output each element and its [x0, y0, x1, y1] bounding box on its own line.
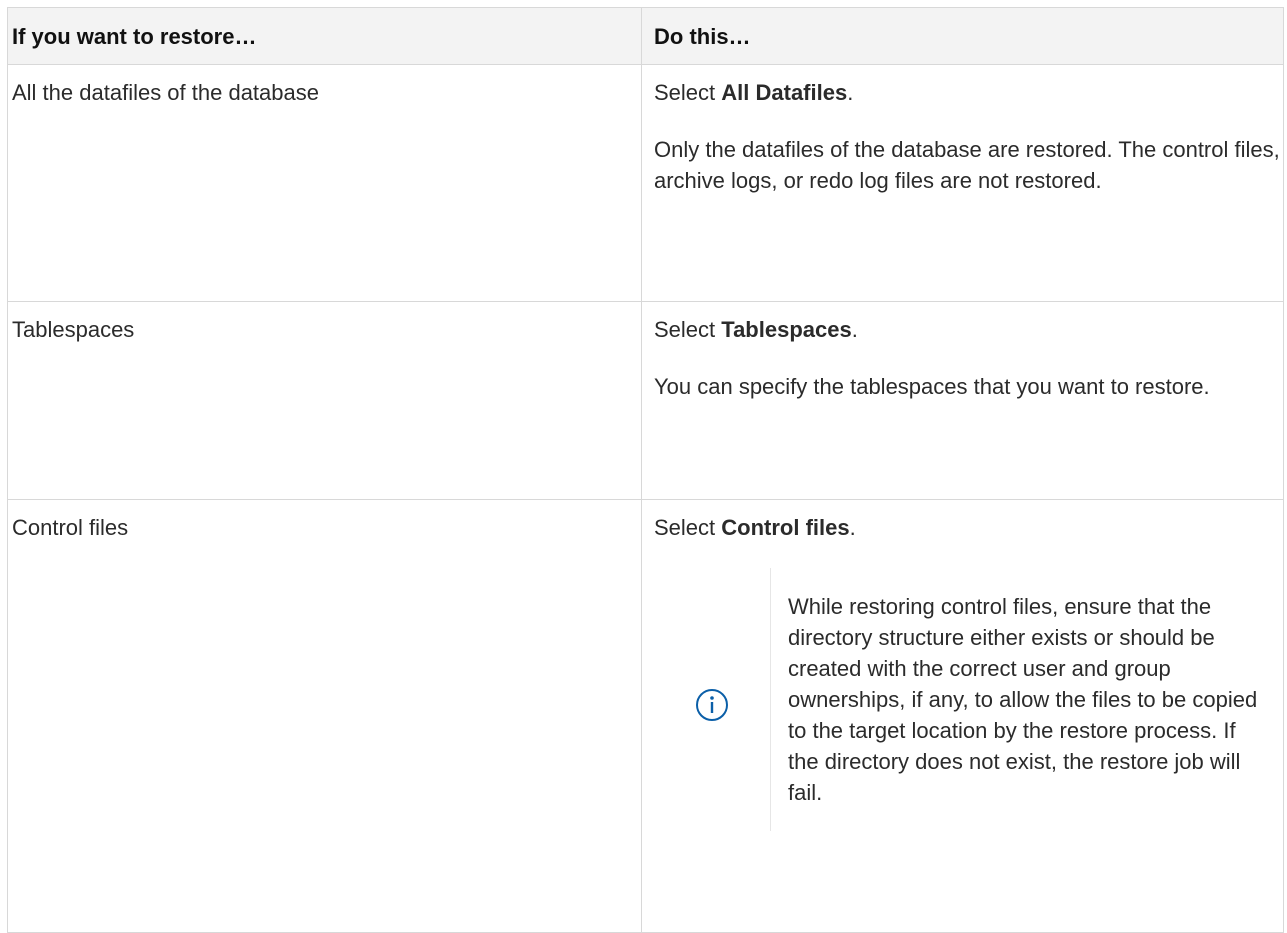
row-action-cell: Select Tablespaces. You can specify the …	[641, 301, 1284, 500]
action-suffix: .	[849, 515, 856, 540]
table-row: All the datafiles of the database Select…	[7, 64, 1284, 302]
action-suffix: .	[851, 317, 858, 342]
row-action-cell: Select All Datafiles. Only the datafiles…	[641, 64, 1284, 302]
info-note: While restoring control files, ensure th…	[654, 568, 1283, 831]
action-detail: You can specify the tablespaces that you…	[654, 374, 1210, 399]
row-item-label: Tablespaces	[12, 317, 135, 342]
restore-options-table: If you want to restore… Do this… All the…	[7, 7, 1284, 933]
header-restore-target: If you want to restore…	[7, 7, 642, 65]
row-action-cell: Select Control files. While restoring co…	[641, 499, 1284, 933]
action-instruction: Select Control files.	[654, 512, 1283, 543]
row-item-cell: Tablespaces	[7, 301, 642, 500]
table-header-row: If you want to restore… Do this…	[7, 7, 1284, 65]
action-prefix: Select	[654, 80, 722, 105]
info-icon	[696, 688, 728, 721]
row-item-cell: Control files	[7, 499, 642, 933]
row-item-label: Control files	[12, 515, 129, 540]
ui-option-name: Tablespaces	[721, 317, 852, 342]
info-note-icon-column	[654, 568, 771, 831]
ui-option-name: Control files	[721, 515, 850, 540]
header-action: Do this…	[641, 7, 1284, 65]
action-prefix: Select	[654, 317, 722, 342]
action-suffix: .	[847, 80, 854, 105]
ui-option-name: All Datafiles	[721, 80, 848, 105]
row-item-cell: All the datafiles of the database	[7, 64, 642, 302]
action-prefix: Select	[654, 515, 722, 540]
table-row: Tablespaces Select Tablespaces. You can …	[7, 301, 1284, 500]
row-item-label: All the datafiles of the database	[12, 80, 319, 105]
action-detail: Only the datafiles of the database are r…	[654, 137, 1280, 193]
action-instruction: Select Tablespaces.	[654, 314, 1283, 345]
restore-options-table-container: If you want to restore… Do this… All the…	[7, 7, 1284, 933]
action-instruction: Select All Datafiles.	[654, 77, 1283, 108]
info-note-text: While restoring control files, ensure th…	[788, 594, 1258, 805]
table-row: Control files Select Control files. Whil…	[7, 499, 1284, 933]
